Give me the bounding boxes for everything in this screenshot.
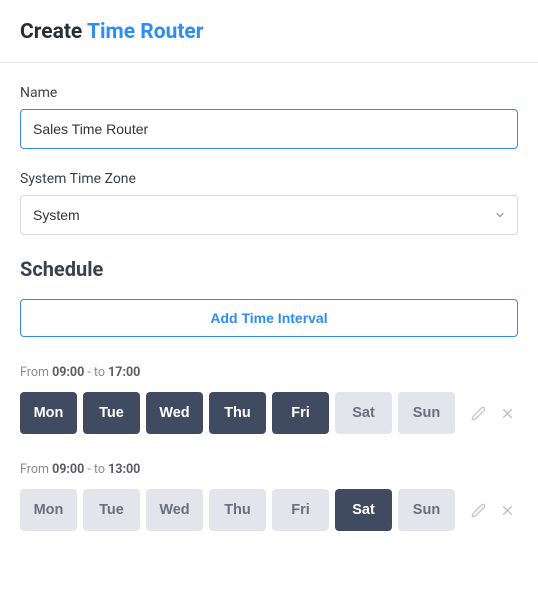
from-time: 09:00	[52, 462, 84, 477]
close-icon[interactable]	[498, 501, 517, 520]
edit-icon[interactable]	[469, 501, 488, 520]
name-field: Name	[20, 85, 518, 149]
day-toggle-mon[interactable]: Mon	[20, 392, 77, 434]
interval-actions	[469, 501, 517, 520]
close-icon[interactable]	[498, 404, 517, 423]
title-accent: Time Router	[87, 20, 204, 44]
edit-icon[interactable]	[469, 404, 488, 423]
day-toggle-wed[interactable]: Wed	[146, 489, 203, 531]
interval-time-label: From 09:00 - to 13:00	[20, 462, 518, 477]
schedule-title: Schedule	[20, 257, 518, 281]
day-toggle-mon[interactable]: Mon	[20, 489, 77, 531]
to-time: 13:00	[108, 462, 140, 477]
interval: From 09:00 - to 17:00 MonTueWedThuFriSatS…	[20, 365, 518, 434]
day-toggle-sun[interactable]: Sun	[398, 489, 455, 531]
day-toggle-fri[interactable]: Fri	[272, 392, 329, 434]
interval-time-label: From 09:00 - to 17:00	[20, 365, 518, 380]
from-text: From	[20, 365, 52, 380]
day-toggle-wed[interactable]: Wed	[146, 392, 203, 434]
interval-actions	[469, 404, 517, 423]
page-title: Create Time Router	[20, 20, 518, 44]
intervals-list: From 09:00 - to 17:00MonTueWedThuFriSatS…	[20, 365, 518, 531]
day-toggle-sun[interactable]: Sun	[398, 392, 455, 434]
from-text: From	[20, 462, 52, 477]
days-row: MonTueWedThuFriSatSun	[20, 489, 518, 531]
day-toggle-sat[interactable]: Sat	[335, 489, 392, 531]
timezone-field: System Time Zone System	[20, 171, 518, 235]
day-toggle-thu[interactable]: Thu	[209, 489, 266, 531]
page-header: Create Time Router	[0, 0, 538, 63]
timezone-select-wrap: System	[20, 195, 518, 235]
day-toggle-tue[interactable]: Tue	[83, 392, 140, 434]
name-label: Name	[20, 85, 518, 101]
title-prefix: Create	[20, 20, 87, 44]
day-toggle-fri[interactable]: Fri	[272, 489, 329, 531]
content: Name System Time Zone System Schedule Ad…	[0, 63, 538, 579]
day-toggle-thu[interactable]: Thu	[209, 392, 266, 434]
timezone-label: System Time Zone	[20, 171, 518, 187]
to-time: 17:00	[108, 365, 140, 380]
to-text: - to	[84, 462, 108, 477]
interval: From 09:00 - to 13:00 MonTueWedThuFriSatS…	[20, 462, 518, 531]
days-row: MonTueWedThuFriSatSun	[20, 392, 518, 434]
to-text: - to	[84, 365, 108, 380]
day-toggle-sat[interactable]: Sat	[335, 392, 392, 434]
timezone-select[interactable]: System	[20, 195, 518, 235]
from-time: 09:00	[52, 365, 84, 380]
add-time-interval-button[interactable]: Add Time Interval	[20, 299, 518, 337]
name-input[interactable]	[20, 109, 518, 149]
day-toggle-tue[interactable]: Tue	[83, 489, 140, 531]
